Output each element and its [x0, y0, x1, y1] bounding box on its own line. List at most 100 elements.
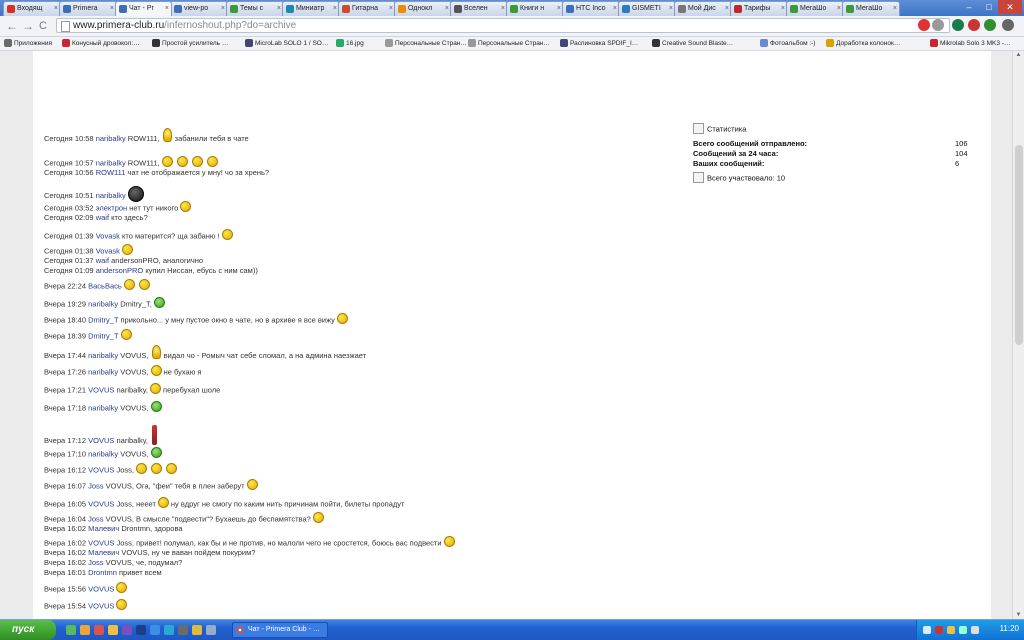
bookmark-item[interactable]: Конусный дровокол:…: [62, 39, 140, 48]
message-author[interactable]: naribalky: [88, 449, 118, 458]
bookmark-item[interactable]: Фотоальбом :-): [760, 39, 815, 48]
quicklaunch-icon[interactable]: [66, 625, 76, 635]
browser-tab[interactable]: Книги н ×: [506, 1, 564, 16]
ext-icon[interactable]: [984, 19, 996, 31]
start-button[interactable]: пуск: [0, 620, 56, 640]
bookmark-item[interactable]: Распиновка SPDIF_I…: [560, 39, 638, 48]
tab-close-icon[interactable]: ×: [893, 2, 897, 15]
browser-tab[interactable]: Мой Дис ×: [674, 1, 732, 16]
tab-close-icon[interactable]: ×: [389, 2, 393, 15]
star-ext-icon[interactable]: [932, 19, 944, 31]
quicklaunch-icon[interactable]: [192, 625, 202, 635]
browser-tab[interactable]: GISMETI ×: [618, 1, 676, 16]
menu-icon[interactable]: [1002, 19, 1014, 31]
message-author[interactable]: Joss: [88, 481, 103, 490]
quicklaunch-icon[interactable]: [122, 625, 132, 635]
message-author[interactable]: Dmitry_T: [88, 331, 118, 340]
quicklaunch-icon[interactable]: [108, 625, 118, 635]
message-author[interactable]: Joss: [88, 558, 103, 567]
message-author[interactable]: naribalky: [88, 299, 118, 308]
quicklaunch-icon[interactable]: [136, 625, 146, 635]
browser-tab[interactable]: HTC Inco ×: [562, 1, 620, 16]
message-author[interactable]: waif: [96, 256, 109, 265]
tab-close-icon[interactable]: ×: [613, 2, 617, 15]
tray-icon[interactable]: [947, 626, 955, 634]
bookmark-item[interactable]: Creative Sound Blaste…: [652, 39, 733, 48]
bookmark-item[interactable]: Простой усилитель …: [152, 39, 228, 48]
back-icon[interactable]: ←: [6, 19, 18, 33]
browser-tab[interactable]: Гитарна ×: [338, 1, 396, 16]
forward-icon[interactable]: →: [22, 19, 34, 33]
page-scrollbar[interactable]: ▲ ▼: [1012, 51, 1024, 619]
browser-tab[interactable]: Тарифы ×: [730, 1, 788, 16]
message-author[interactable]: waif: [96, 213, 109, 222]
browser-tab[interactable]: Темы с ×: [226, 1, 284, 16]
tab-close-icon[interactable]: ×: [557, 2, 561, 15]
message-author[interactable]: электрон: [96, 203, 128, 212]
volume-icon[interactable]: [971, 626, 979, 634]
message-author[interactable]: Малевич: [88, 524, 119, 533]
browser-tab[interactable]: Чат - Pr ×: [115, 1, 172, 16]
browser-tab[interactable]: Миниатр ×: [282, 1, 340, 16]
message-author[interactable]: ВасьВась: [88, 281, 122, 290]
message-author[interactable]: naribalky: [88, 351, 118, 360]
tab-close-icon[interactable]: ×: [725, 2, 729, 15]
message-author[interactable]: andersonPRO: [96, 266, 144, 275]
browser-tab[interactable]: МегаШо ×: [786, 1, 844, 16]
tab-close-icon[interactable]: ×: [781, 2, 785, 15]
message-author[interactable]: VOVUS: [88, 465, 114, 474]
browser-tab[interactable]: МегаШо ×: [842, 1, 900, 16]
tab-close-icon[interactable]: ×: [110, 2, 114, 15]
message-author[interactable]: naribalky: [96, 134, 126, 143]
message-author[interactable]: VOVUS: [88, 601, 114, 610]
tray-icon[interactable]: [923, 626, 931, 634]
quicklaunch-icon[interactable]: [94, 625, 104, 635]
browser-tab[interactable]: view-po ×: [170, 1, 228, 16]
bookmark-item[interactable]: Доработка колонок…: [826, 39, 900, 48]
message-author[interactable]: VOVUS: [88, 584, 114, 593]
tab-close-icon[interactable]: ×: [501, 2, 505, 15]
scroll-down-icon[interactable]: ▼: [1013, 612, 1024, 618]
tab-close-icon[interactable]: ×: [333, 2, 337, 15]
tab-close-icon[interactable]: ×: [837, 2, 841, 15]
tab-close-icon[interactable]: ×: [54, 2, 58, 15]
bookmark-item[interactable]: Персональные Стран…: [468, 39, 550, 48]
browser-tab[interactable]: Однокл ×: [394, 1, 452, 16]
tab-close-icon[interactable]: ×: [221, 2, 225, 15]
bookmark-item[interactable]: Персональные Стран…: [385, 39, 467, 48]
minimize-icon[interactable]: –: [960, 0, 978, 14]
browser-tab[interactable]: Вселен ×: [450, 1, 508, 16]
tab-close-icon[interactable]: ×: [669, 2, 673, 15]
tab-close-icon[interactable]: ×: [445, 2, 449, 15]
message-author[interactable]: Vovask: [96, 246, 120, 255]
message-author[interactable]: VOVUS: [88, 436, 114, 445]
message-author[interactable]: VOVUS: [88, 385, 114, 394]
message-author[interactable]: ROW111: [96, 168, 126, 177]
bookmark-item[interactable]: 16.jpg: [336, 39, 364, 48]
message-author[interactable]: naribalky: [88, 367, 118, 376]
tray-icon[interactable]: [959, 626, 967, 634]
message-author[interactable]: Drontmn: [88, 568, 117, 577]
close-window-icon[interactable]: ✕: [998, 0, 1022, 14]
reload-icon[interactable]: C: [39, 19, 47, 33]
bookmark-item[interactable]: Приложения: [4, 39, 52, 48]
message-author[interactable]: Малевич: [88, 548, 119, 557]
maximize-icon[interactable]: □: [980, 0, 998, 14]
bookmark-item[interactable]: MicroLab SOLO 1 / SO…: [245, 39, 328, 48]
taskbar-chrome-window[interactable]: Чат - Primera Club - …: [232, 622, 328, 638]
tab-close-icon[interactable]: ×: [277, 2, 281, 15]
ext-icon[interactable]: [968, 19, 980, 31]
scroll-thumb[interactable]: [1015, 145, 1023, 345]
message-author[interactable]: naribalky: [96, 191, 126, 200]
message-author[interactable]: Vovask: [96, 231, 120, 240]
ext-icon[interactable]: [952, 19, 964, 31]
message-author[interactable]: naribalky: [96, 158, 126, 167]
message-author[interactable]: naribalky: [88, 403, 118, 412]
message-author[interactable]: VOVUS: [88, 538, 114, 547]
quicklaunch-icon[interactable]: [178, 625, 188, 635]
ext-icon[interactable]: [918, 19, 930, 31]
quicklaunch-icon[interactable]: [206, 625, 216, 635]
message-author[interactable]: Dmitry_T: [88, 315, 118, 324]
quicklaunch-icon[interactable]: [150, 625, 160, 635]
message-author[interactable]: VOVUS: [88, 499, 114, 508]
